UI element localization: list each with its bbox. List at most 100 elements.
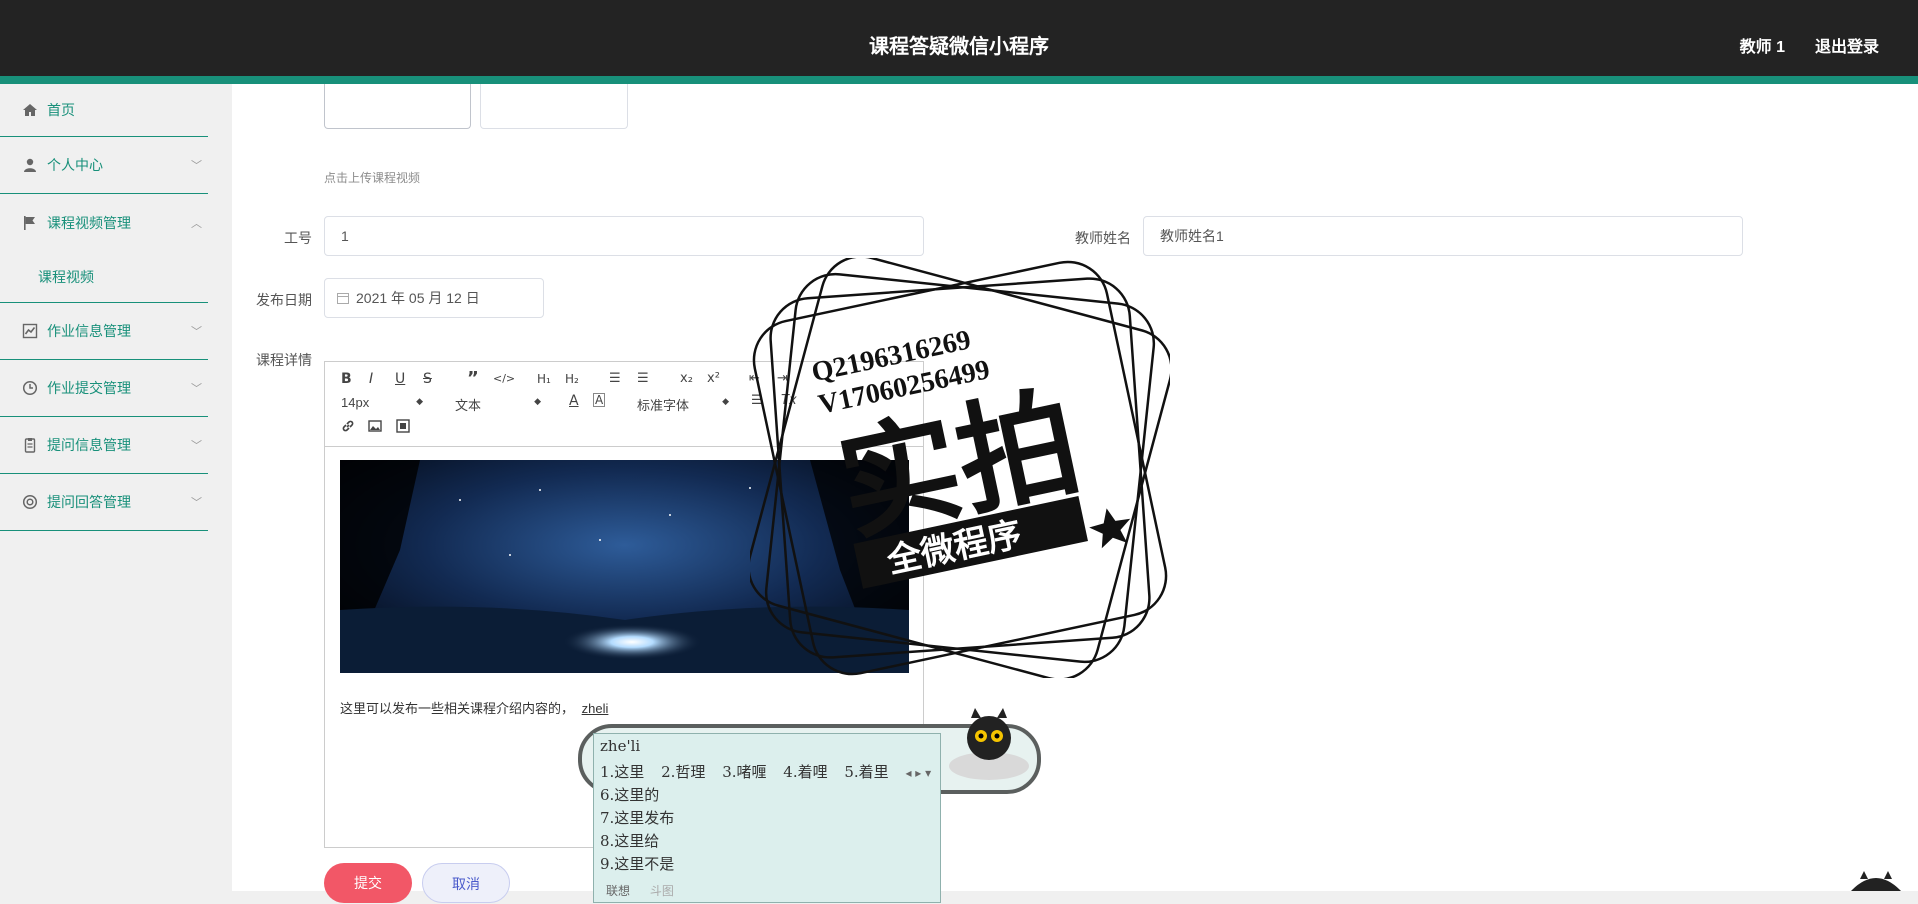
strike-icon[interactable]: S [423,371,432,387]
indent-decrease-icon[interactable]: ⇤ [749,371,760,386]
editor-composing-text: zheli [581,701,609,716]
teacher-name-input[interactable] [1143,216,1743,256]
ime-candidate[interactable]: 9.这里不是 [600,853,674,874]
publish-date-value: 2021 年 05 月 12 日 [356,290,480,306]
ime-candidate[interactable]: 6.这里的 [600,784,659,805]
sidebar-item-label: 个人中心 [47,157,103,173]
job-no-input[interactable] [324,216,924,256]
clear-format-icon[interactable]: Tx [781,393,797,408]
home-icon [23,104,37,116]
publish-date-label: 发布日期 [256,292,312,308]
sidebar-item-answer-management[interactable]: 提问回答管理 ﹀ [0,474,208,531]
corner-mascot-icon [1851,871,1901,891]
sidebar-item-label: 作业提交管理 [47,380,131,396]
ime-tab-stickers[interactable]: 斗图 [650,884,674,898]
align-icon[interactable]: ☰ [751,393,763,408]
sidebar-subitem-course-video[interactable]: 课程视频 [0,251,208,303]
lifebuoy-icon [22,494,38,510]
sidebar-subitem-label: 课程视频 [38,268,94,285]
ime-candidate[interactable]: 2.哲理 [661,763,705,781]
font-size-value: 14px [341,395,370,410]
clipboard-icon [24,438,36,453]
font-family-value: 标准字体 [637,398,690,413]
sidebar-item-label: 提问信息管理 [47,437,131,453]
top-bar: 课程答疑微信小程序 教师 1 退出登录 [0,0,1918,84]
italic-icon[interactable]: I [369,371,373,387]
video-icon[interactable] [396,419,410,433]
sidebar-item-label: 课程视频管理 [47,214,131,231]
chevron-down-icon: ﹀ [191,497,202,509]
chevron-down-icon: ﹀ [191,326,202,338]
sidebar-item-label: 提问回答管理 [47,494,131,510]
indent-increase-icon[interactable]: ⇥ [777,371,788,386]
blockquote-icon[interactable]: ” [467,368,479,389]
job-no-label: 工号 [284,230,312,246]
ime-candidate[interactable]: 5.着里 [844,763,888,781]
image-icon[interactable] [368,419,382,433]
chevron-down-icon: ﹀ [191,440,202,452]
app-title: 课程答疑微信小程序 [869,36,1049,58]
content-image [340,460,909,673]
flag-icon [24,215,35,230]
ime-candidate[interactable]: 4.着哩 [783,763,827,781]
subscript-icon[interactable]: x₂ [680,371,693,386]
header-select-value: 文本 [455,398,482,413]
font-family-select[interactable]: 标准字体 ◆ [637,395,729,414]
code-block-icon[interactable]: </> [493,372,515,385]
underline-icon[interactable]: U [395,371,405,387]
font-size-select[interactable]: 14px ◆ [341,395,423,410]
sidebar-item-personal-center[interactable]: 个人中心 ﹀ [0,137,208,194]
sidebar-item-course-video-management[interactable]: 课程视频管理 ︿ [0,194,208,251]
mascot-icon [949,708,1029,780]
select-arrows-icon: ◆ [416,396,423,406]
select-arrows-icon: ◆ [722,396,729,406]
calendar-icon [337,293,349,304]
bullet-list-icon[interactable]: ☰ [637,371,649,386]
sidebar-item-label: 作业信息管理 [47,323,131,339]
sidebar-item-label: 首页 [47,102,75,118]
header-select[interactable]: 文本 ◆ [455,395,541,414]
heading1-icon[interactable]: H₁ [537,372,551,386]
ime-candidate[interactable]: 1.这里 [600,763,644,781]
chevron-up-icon: ︿ [191,217,202,230]
heading2-icon[interactable]: H₂ [565,372,579,386]
ime-candidate-window: zhe'li 1.这里 2.哲理 3.啫喱 4.着哩 5.着里 ◂ ▸ ▾ 6.… [593,733,941,903]
background-color-icon[interactable]: A [593,393,606,407]
ime-page-arrows-icon[interactable]: ◂ ▸ ▾ [905,766,931,780]
bold-icon[interactable]: B [341,371,352,387]
chevron-down-icon: ﹀ [191,160,202,172]
person-icon [24,158,36,172]
space-scene-image [340,460,909,673]
logout-button[interactable]: 退出登录 [1815,33,1879,57]
sidebar-item-home[interactable]: 首页 [0,84,208,137]
superscript-icon[interactable]: x² [707,371,720,386]
sidebar: 首页 个人中心 ﹀ 课程视频管理 ︿ 课程视频 作业信息管理 ﹀ 作业提交管理 … [0,84,208,891]
publish-date-picker[interactable]: 2021 年 05 月 12 日 [324,278,544,318]
teacher-name-label: 教师姓名 [1075,230,1131,246]
select-arrows-icon: ◆ [534,396,541,406]
ime-candidate[interactable]: 3.啫喱 [722,763,766,781]
submit-button[interactable]: 提交 [324,863,412,903]
video-upload-preview[interactable] [480,84,628,129]
video-upload-box[interactable] [324,84,471,129]
link-icon[interactable] [341,419,355,433]
cancel-button[interactable]: 取消 [422,863,510,903]
ime-candidate[interactable]: 8.这里给 [600,830,659,851]
chevron-down-icon: ﹀ [191,383,202,395]
ime-candidate-row: 1.这里 2.哲理 3.啫喱 4.着哩 5.着里 ◂ ▸ ▾ [600,761,943,782]
current-user[interactable]: 教师 1 [1740,33,1785,57]
editor-text: 这里可以发布一些相关课程介绍内容的， [340,701,575,716]
ime-pinyin: zhe'li [600,737,641,755]
upload-hint: 点击上传课程视频 [324,171,421,185]
font-color-icon[interactable]: A [569,393,579,409]
editor-toolbar: B I U S ” </> H₁ H₂ ☰ ☰ x₂ x² ⇤ ⇥ 14px ◆… [325,362,923,447]
ime-candidate[interactable]: 7.这里发布 [600,807,674,828]
chart-icon [22,323,38,339]
sidebar-item-homework-info[interactable]: 作业信息管理 ﹀ [0,303,208,360]
sidebar-item-question-info[interactable]: 提问信息管理 ﹀ [0,417,208,474]
editor-content-text: 这里可以发布一些相关课程介绍内容的， zheli [340,698,608,717]
ime-tab-association[interactable]: 联想 [606,884,630,898]
ordered-list-icon[interactable]: ☰ [609,371,621,386]
sidebar-item-homework-submission[interactable]: 作业提交管理 ﹀ [0,360,208,417]
details-label: 课程详情 [256,352,312,368]
